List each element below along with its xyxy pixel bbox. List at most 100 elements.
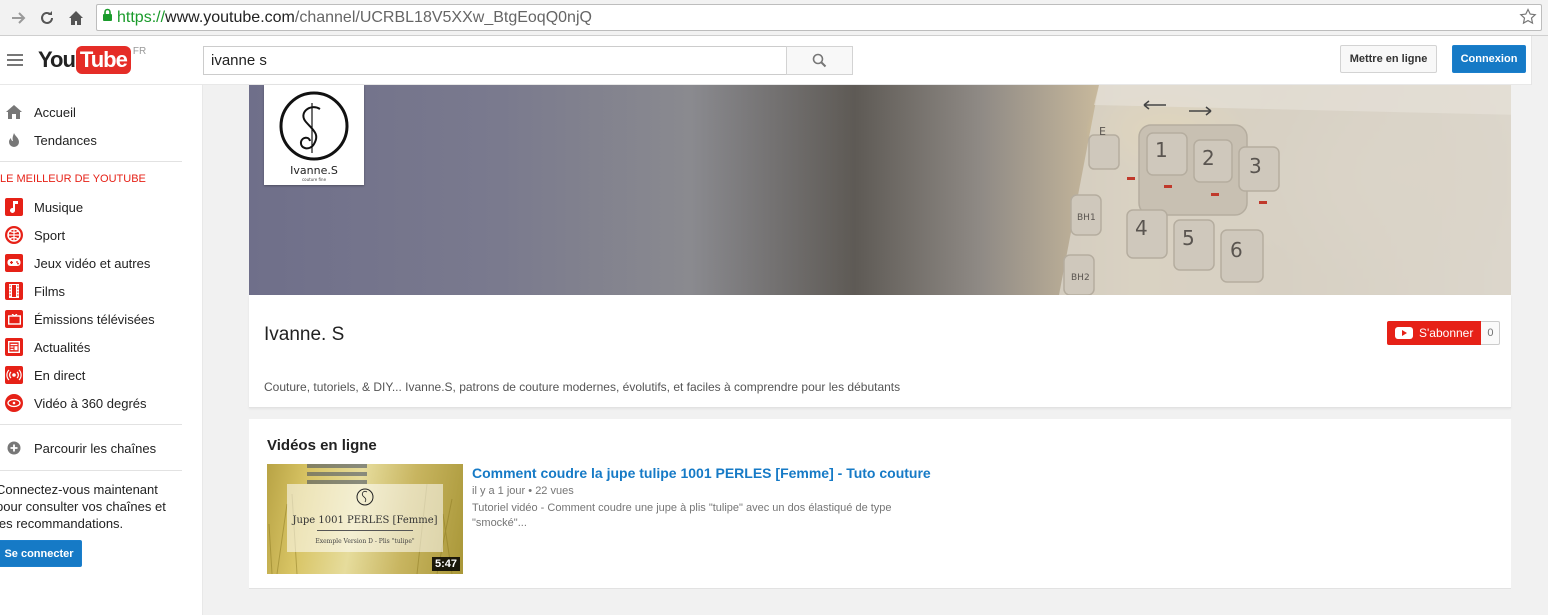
sidebar-divider xyxy=(0,424,182,425)
svg-text:4: 4 xyxy=(1135,216,1148,240)
film-icon xyxy=(5,282,23,300)
sidebar-item-jeux[interactable]: Jeux vidéo et autres xyxy=(0,249,202,277)
channel-header-card: Ivanne. S S'abonner 0 Couture, tutoriels… xyxy=(249,295,1511,408)
sidebar-item-label: Films xyxy=(34,283,66,299)
svg-text:BH1: BH1 xyxy=(1077,213,1096,223)
sidebar-item-accueil[interactable]: Accueil xyxy=(0,98,202,126)
svg-text:2: 2 xyxy=(1202,146,1215,170)
flame-icon xyxy=(5,131,23,149)
channel-avatar[interactable]: Ivanne.S couture fine xyxy=(264,85,364,185)
upload-button[interactable]: Mettre en ligne xyxy=(1340,45,1437,73)
sidebar-item-label: Jeux vidéo et autres xyxy=(34,255,151,271)
thumbnail-divider xyxy=(317,530,413,531)
news-icon xyxy=(5,338,23,356)
sidebar-item-label: Actualités xyxy=(34,339,91,355)
sidebar-item-tendances[interactable]: Tendances xyxy=(0,126,202,154)
home-icon xyxy=(5,103,23,121)
sidebar-item-emissions[interactable]: Émissions télévisées xyxy=(0,305,202,333)
guide-sidebar: Accueil Tendances LE MEILLEUR DE YOUTUBE… xyxy=(0,85,203,615)
thumbnail-subtitle: Exemple Version D - Plis "tulipe" xyxy=(315,538,415,545)
scrollbar-top xyxy=(1531,36,1548,85)
uploaded-videos-section: Vidéos en ligne Jupe 1001 PERLES [Femme]… xyxy=(249,419,1511,589)
sidebar-item-sport[interactable]: Sport xyxy=(0,221,202,249)
thumbnail-logo-icon xyxy=(356,488,374,506)
sidebar-item-label: Émissions télévisées xyxy=(34,311,155,327)
youtube-play-icon xyxy=(1395,327,1413,339)
url-scheme: https:// xyxy=(117,8,166,26)
sidebar-item-musique[interactable]: Musique xyxy=(0,193,202,221)
lock-icon xyxy=(102,8,113,27)
thumbnail-title: Jupe 1001 PERLES [Femme] xyxy=(292,515,438,526)
thumbnail-overlay-card: Jupe 1001 PERLES [Femme] Exemple Version… xyxy=(287,484,443,552)
menu-icon[interactable] xyxy=(7,54,23,68)
sidebar-item-label: Accueil xyxy=(34,104,76,120)
svg-text:5: 5 xyxy=(1182,226,1195,250)
sidebar-item-label: Sport xyxy=(34,227,66,243)
youtube-logo[interactable]: You Tube FR xyxy=(38,46,146,74)
video-duration: 5:47 xyxy=(431,557,460,571)
music-icon xyxy=(5,198,23,216)
subscribe-label-area[interactable]: S'abonner xyxy=(1387,321,1482,345)
sidebar-item-label: Musique xyxy=(34,199,84,215)
forward-arrow-icon[interactable] xyxy=(8,7,30,29)
search-button[interactable] xyxy=(786,46,853,75)
sidebar-divider xyxy=(0,161,182,162)
video-title-link[interactable]: Comment coudre la jupe tulipe 1001 PERLE… xyxy=(472,465,931,481)
sidebar-item-films[interactable]: Films xyxy=(0,277,202,305)
sidebar-item-label: Tendances xyxy=(34,132,97,148)
subscribe-button[interactable]: S'abonner 0 xyxy=(1387,321,1501,345)
video-description: Tutoriel vidéo - Comment coudre une jupe… xyxy=(472,502,892,529)
video-thumbnail[interactable]: Jupe 1001 PERLES [Femme] Exemple Version… xyxy=(267,464,463,574)
sidebar-item-actualites[interactable]: Actualités xyxy=(0,333,202,361)
banner-keypad-illustration: 1 2 3 4 5 6 E BH1 BH2 xyxy=(1059,85,1511,295)
plus-circle-icon xyxy=(5,439,23,457)
region-label: FR xyxy=(132,46,147,57)
browser-toolbar: https://www.youtube.com/channel/UCRBL18V… xyxy=(0,0,1548,36)
logo-you: You xyxy=(38,47,76,72)
svg-text:1: 1 xyxy=(1155,138,1168,162)
channel-logo-name: Ivanne.S xyxy=(290,164,338,177)
360-icon xyxy=(5,394,23,412)
gamepad-icon xyxy=(5,254,23,272)
channel-description: Couture, tutoriels, & DIY... Ivanne.S, p… xyxy=(264,380,901,394)
section-title[interactable]: Vidéos en ligne xyxy=(267,437,377,454)
live-icon xyxy=(5,366,23,384)
sport-icon xyxy=(5,226,23,244)
home-icon[interactable] xyxy=(65,7,87,29)
search-icon xyxy=(812,53,827,68)
signin-promo-text: Connectez-vous maintenant pour consulter… xyxy=(0,482,166,531)
subscriber-count: 0 xyxy=(1481,321,1501,345)
svg-text:E: E xyxy=(1099,125,1106,138)
page-scrollbar[interactable] xyxy=(1531,85,1548,615)
address-bar[interactable]: https://www.youtube.com/channel/UCRBL18V… xyxy=(96,4,1542,31)
search-input[interactable] xyxy=(203,46,787,75)
url-host: www.youtube.com xyxy=(165,8,295,26)
svg-text:3: 3 xyxy=(1249,154,1262,178)
channel-logo-tagline: couture fine xyxy=(301,177,327,182)
video-age: il y a 1 jour xyxy=(472,485,526,497)
sidebar-item-parcourir[interactable]: Parcourir les chaînes xyxy=(0,434,202,462)
sidebar-divider xyxy=(0,470,182,471)
url-text: https://www.youtube.com/channel/UCRBL18V… xyxy=(117,9,592,27)
channel-title[interactable]: Ivanne. S xyxy=(264,324,344,346)
sidebar-section-heading: LE MEILLEUR DE YOUTUBE xyxy=(0,173,146,185)
sidebar-item-en-direct[interactable]: En direct xyxy=(0,361,202,389)
video-views: 22 vues xyxy=(535,485,574,497)
svg-text:6: 6 xyxy=(1230,238,1243,262)
url-path: /channel/UCRBL18V5XXw_BtgEoqQ0njQ xyxy=(294,8,592,26)
login-button[interactable]: Connexion xyxy=(1452,45,1526,73)
video-meta: il y a 1 jour • 22 vues xyxy=(472,485,574,497)
subscribe-label: S'abonner xyxy=(1419,326,1474,340)
bookmark-star-icon[interactable] xyxy=(1519,8,1537,31)
signin-button[interactable]: Se connecter xyxy=(0,540,82,567)
reload-icon[interactable] xyxy=(36,7,58,29)
sidebar-item-label: En direct xyxy=(34,367,86,383)
channel-banner: 1 2 3 4 5 6 E BH1 BH2 xyxy=(249,85,1511,295)
youtube-masthead: You Tube FR Mettre en ligne Connexion xyxy=(0,36,1548,85)
svg-text:BH2: BH2 xyxy=(1071,273,1090,283)
sidebar-item-label: Vidéo à 360 degrés xyxy=(34,395,147,411)
tv-icon xyxy=(5,310,23,328)
sidebar-item-360[interactable]: Vidéo à 360 degrés xyxy=(0,389,202,417)
logo-tube: Tube xyxy=(75,46,131,74)
sidebar-item-label: Parcourir les chaînes xyxy=(34,440,157,456)
